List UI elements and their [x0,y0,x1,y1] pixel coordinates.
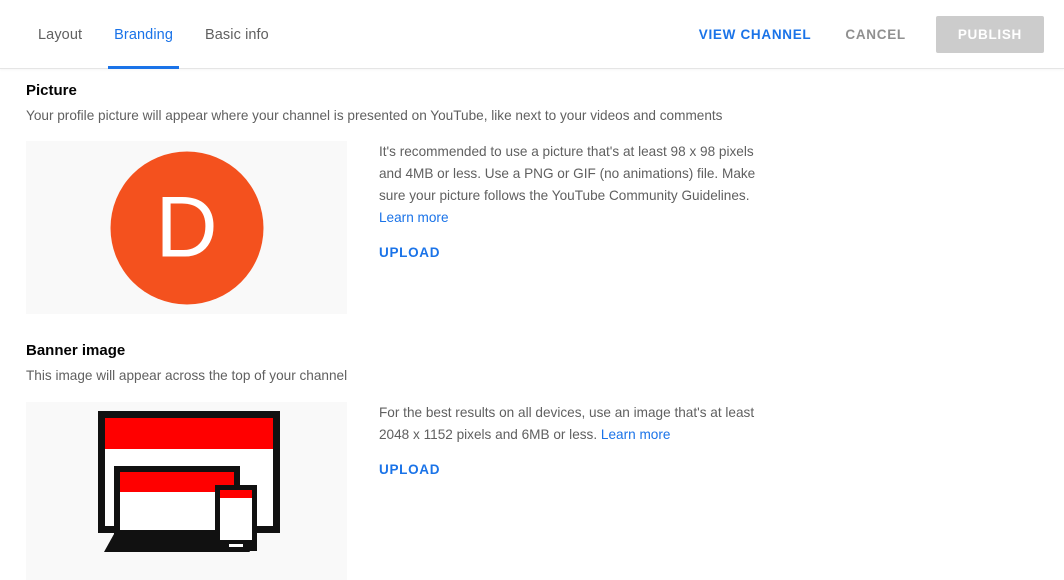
banner-requirements-body: For the best results on all devices, use… [379,405,755,442]
picture-requirements-text: It's recommended to use a picture that's… [379,141,759,229]
monitor-banner-stripe-icon [105,418,273,449]
view-channel-button[interactable]: VIEW CHANNEL [687,18,824,51]
settings-content: Picture Your profile picture will appear… [0,69,1064,580]
picture-requirements-body: It's recommended to use a picture that's… [379,144,756,203]
avatar-letter: D [155,179,218,276]
picture-upload-link[interactable]: UPLOAD [379,245,440,260]
picture-info-column: It's recommended to use a picture that's… [379,141,759,262]
banner-image-preview[interactable] [26,402,347,580]
tab-branding-label: Branding [114,26,173,43]
banner-section: Banner image This image will appear acro… [0,314,1064,580]
banner-learn-more-link[interactable]: Learn more [601,427,671,442]
phone-banner-stripe-icon [220,490,252,498]
cancel-button[interactable]: CANCEL [833,18,917,51]
tab-layout[interactable]: Layout [22,0,98,69]
banner-section-title: Banner image [26,342,126,359]
devices-illustration-icon [98,411,280,552]
profile-picture-preview[interactable]: D [26,141,347,314]
picture-section-description: Your profile picture will appear where y… [26,108,723,123]
tab-basic-info-label: Basic info [204,26,269,43]
picture-section: Picture Your profile picture will appear… [0,69,1064,314]
page-header: Layout Branding Basic info VIEW CHANNEL … [0,0,1064,69]
picture-section-body: D It's recommended to use a picture that… [26,141,1064,314]
banner-info-column: For the best results on all devices, use… [379,402,759,479]
avatar: D [110,151,263,304]
header-actions: VIEW CHANNEL CANCEL PUBLISH [687,0,1044,69]
publish-button[interactable]: PUBLISH [935,16,1044,53]
tab-basic-info[interactable]: Basic info [189,0,285,69]
tab-bar: Layout Branding Basic info [22,0,285,69]
picture-section-title: Picture [26,82,77,99]
tab-layout-label: Layout [38,26,83,43]
picture-learn-more-link[interactable]: Learn more [379,210,449,225]
banner-section-description: This image will appear across the top of… [26,368,348,383]
banner-section-body: For the best results on all devices, use… [26,402,1064,580]
phone-home-indicator-icon [229,544,243,547]
banner-upload-link[interactable]: UPLOAD [379,462,440,477]
tab-branding[interactable]: Branding [98,0,189,69]
banner-requirements-text: For the best results on all devices, use… [379,402,759,446]
